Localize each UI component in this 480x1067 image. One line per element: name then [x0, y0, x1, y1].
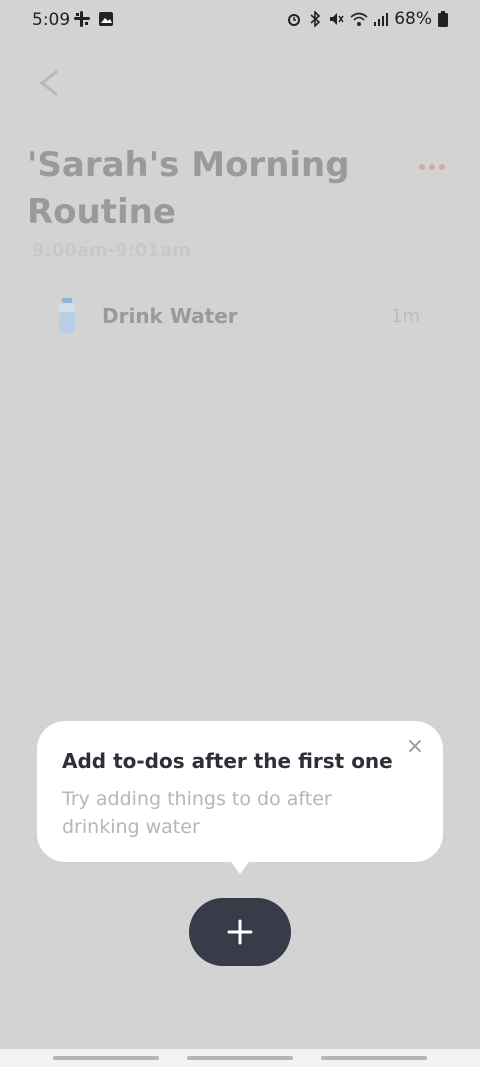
bluetooth-icon — [310, 11, 321, 27]
nav-home-button[interactable] — [187, 1056, 293, 1060]
status-bar: 5:09 68% — [0, 0, 480, 40]
tooltip-body: Try adding things to do after drinking w… — [62, 788, 332, 838]
close-icon[interactable]: × — [405, 736, 425, 758]
more-options-button[interactable] — [412, 152, 452, 182]
status-right-icons: 68% — [286, 9, 448, 29]
alarm-icon — [288, 14, 301, 26]
more-dot-icon — [439, 164, 445, 170]
nav-recents-button[interactable] — [53, 1056, 159, 1060]
slack-icon — [74, 11, 90, 27]
status-time: 5:09 — [32, 10, 71, 30]
todo-title: Drink Water — [102, 304, 238, 328]
more-dot-icon — [429, 164, 435, 170]
system-nav-bar — [0, 1049, 480, 1067]
battery-percent: 68% — [394, 9, 432, 29]
tooltip-title: Add to-dos after the first one — [62, 749, 393, 773]
signal-icon — [374, 13, 389, 26]
image-icon — [99, 12, 113, 26]
more-dot-icon — [419, 164, 425, 170]
wifi-icon — [350, 12, 368, 26]
page-title: 'Sarah's Morning Routine — [27, 145, 350, 232]
back-button[interactable] — [36, 66, 66, 102]
mute-icon — [330, 13, 344, 25]
water-bottle-icon — [59, 298, 75, 333]
battery-icon — [438, 11, 448, 27]
add-todo-button[interactable] — [189, 898, 291, 966]
chevron-left-icon — [39, 70, 58, 96]
nav-back-button[interactable] — [321, 1056, 427, 1060]
plus-icon — [227, 919, 253, 945]
tooltip-pointer — [228, 858, 252, 874]
onboarding-tooltip: × Add to-dos after the first one Try add… — [37, 721, 443, 862]
todo-duration: 1m — [391, 306, 420, 327]
status-left-icons — [74, 11, 114, 27]
todo-item[interactable]: Drink Water 1m — [50, 296, 430, 340]
time-range: 9:00am-9:01am — [32, 240, 191, 261]
